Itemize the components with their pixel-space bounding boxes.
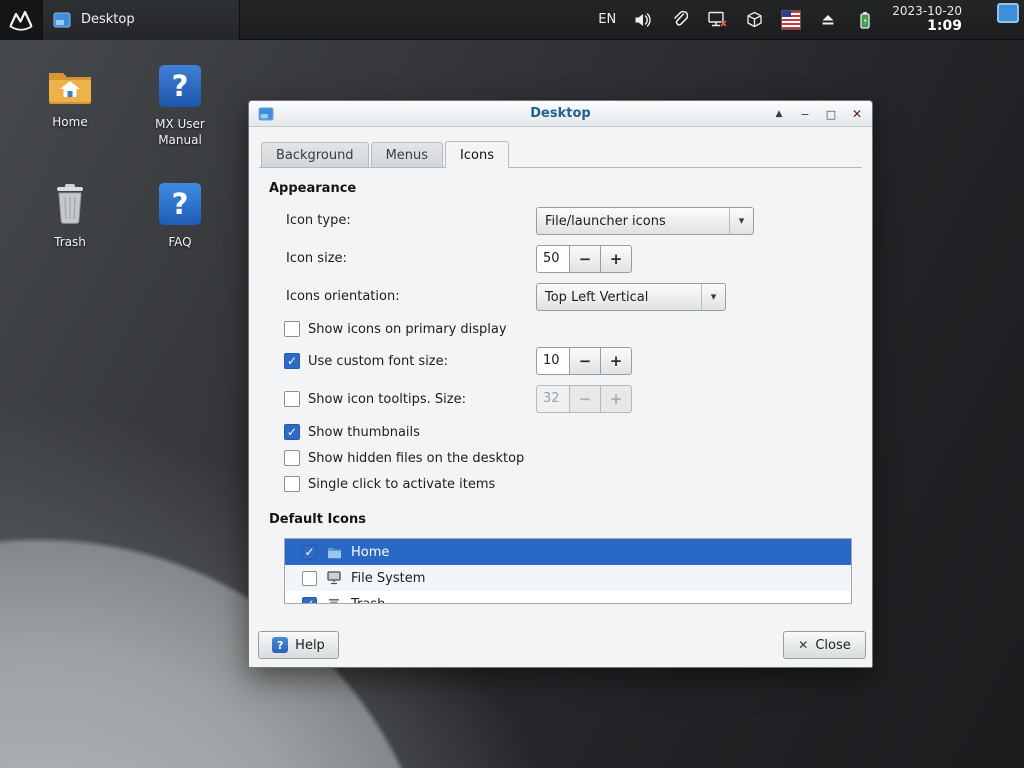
- faq-icon: ?: [159, 183, 201, 225]
- tooltip-size-spinbox-disabled: 32 − +: [536, 385, 632, 413]
- battery-icon[interactable]: [855, 10, 875, 30]
- date-label: 2023-10-20: [892, 3, 962, 18]
- taskbar-window-label: Desktop: [81, 12, 135, 27]
- font-size-decrease-button[interactable]: −: [569, 347, 601, 375]
- manual-icon: ?: [159, 65, 201, 107]
- icon-size-value[interactable]: 50: [536, 245, 570, 273]
- close-button[interactable]: ✕ Close: [783, 631, 866, 659]
- workspace-indicator[interactable]: [997, 3, 1019, 23]
- desktop-icon-label: MX User Manual: [155, 117, 205, 147]
- icons-orientation-dropdown[interactable]: Top Left Vertical ▾: [536, 283, 726, 311]
- clipboard-manager-icon[interactable]: [670, 10, 690, 30]
- help-icon: ?: [272, 637, 289, 653]
- checkbox-use-custom-font-size[interactable]: ✓ Use custom font size:: [284, 352, 448, 370]
- list-item-home[interactable]: ✓ Home: [285, 539, 851, 565]
- checkbox-show-icon-tooltips[interactable]: Show icon tooltips. Size:: [284, 390, 466, 408]
- desktop-screen: Desktop EN 2023-10-20 1:09 Home ? MX Use…: [0, 0, 1024, 768]
- mx-logo-icon: [9, 10, 33, 31]
- clock[interactable]: 2023-10-20 1:09: [892, 3, 962, 35]
- desktop-icon-home[interactable]: Home: [22, 68, 118, 131]
- checkbox-unchecked-icon[interactable]: [284, 450, 300, 466]
- time-label: 1:09: [927, 18, 962, 35]
- close-window-button[interactable]: ✕: [848, 105, 866, 123]
- checkbox-unchecked-icon[interactable]: [284, 476, 300, 492]
- desktop-icon-label: Trash: [54, 235, 86, 249]
- trash-icon: [326, 596, 342, 603]
- checkbox-unchecked-icon[interactable]: [302, 570, 317, 586]
- maximize-button[interactable]: □: [822, 105, 840, 123]
- icon-size-decrease-button[interactable]: −: [569, 245, 601, 273]
- font-size-spinbox: 10 − +: [536, 347, 632, 375]
- dialog-titlebar[interactable]: Desktop ▲ − □ ✕: [249, 101, 872, 127]
- checkbox-checked-icon[interactable]: ✓: [302, 596, 317, 603]
- eject-icon[interactable]: [818, 10, 838, 30]
- default-icons-heading: Default Icons: [269, 512, 366, 527]
- checkbox-show-hidden-files[interactable]: Show hidden files on the desktop: [284, 449, 524, 467]
- default-icons-list: ✓ Home File System ✓ Trash: [284, 538, 852, 604]
- icons-orientation-label: Icons orientation:: [286, 289, 400, 304]
- display-settings-icon[interactable]: [707, 10, 727, 30]
- desktop-icon-trash[interactable]: Trash: [22, 182, 118, 251]
- desktop-icon-mx-user-manual[interactable]: ? MX User Manual: [132, 64, 228, 148]
- appearance-heading: Appearance: [269, 181, 357, 196]
- list-item-label: File System: [351, 570, 426, 586]
- top-panel: Desktop EN 2023-10-20 1:09: [0, 0, 1024, 40]
- checkbox-unchecked-icon[interactable]: [284, 321, 300, 337]
- keyboard-layout-indicator[interactable]: EN: [598, 12, 616, 27]
- desktop-icon-label: FAQ: [168, 235, 192, 249]
- shade-button[interactable]: ▲: [770, 105, 788, 123]
- list-item-file-system[interactable]: File System: [285, 565, 851, 591]
- mx-logo-menu-button[interactable]: [0, 0, 42, 40]
- taskbar-window-button[interactable]: Desktop: [42, 0, 240, 40]
- font-size-value[interactable]: 10: [536, 347, 570, 375]
- checkbox-show-icons-primary-display[interactable]: Show icons on primary display: [284, 320, 507, 338]
- desktop-settings-window: Desktop ▲ − □ ✕ Background Menus Icons A…: [248, 100, 873, 668]
- package-updates-icon[interactable]: [744, 10, 764, 30]
- desktop-icon-faq[interactable]: ? FAQ: [132, 182, 228, 251]
- icon-size-increase-button[interactable]: +: [600, 245, 632, 273]
- tab-background[interactable]: Background: [261, 142, 369, 167]
- desktop-icon-label: Home: [52, 115, 88, 129]
- close-button-label: Close: [815, 637, 851, 653]
- icon-type-label: Icon type:: [286, 213, 351, 228]
- tooltip-size-decrease-button: −: [569, 385, 601, 413]
- tab-bar: Background Menus Icons: [259, 141, 862, 168]
- close-icon: ✕: [798, 638, 809, 652]
- system-tray: EN 2023-10-20 1:09: [598, 0, 1024, 40]
- tooltip-size-increase-button: +: [600, 385, 632, 413]
- icon-size-spinbox: 50 − +: [536, 245, 632, 273]
- help-button-label: Help: [295, 637, 325, 653]
- list-item-trash[interactable]: ✓ Trash: [285, 591, 851, 604]
- file-system-icon: [326, 570, 342, 586]
- minimize-button[interactable]: −: [796, 105, 814, 123]
- trash-icon: [57, 184, 83, 224]
- tab-icons[interactable]: Icons: [445, 141, 509, 168]
- us-flag-icon[interactable]: [781, 9, 802, 30]
- list-item-label: Home: [351, 544, 390, 560]
- checkbox-checked-icon[interactable]: ✓: [302, 544, 317, 560]
- tab-menus[interactable]: Menus: [370, 142, 444, 167]
- home-folder-icon: [326, 544, 342, 560]
- tooltip-size-value: 32: [536, 385, 570, 413]
- icons-orientation-value: Top Left Vertical: [545, 289, 649, 305]
- checkbox-show-thumbnails[interactable]: ✓ Show thumbnails: [284, 423, 420, 441]
- volume-icon[interactable]: [633, 10, 653, 30]
- svg-text:?: ?: [172, 69, 189, 103]
- checkbox-single-click-activate[interactable]: Single click to activate items: [284, 475, 495, 493]
- svg-text:?: ?: [172, 187, 189, 221]
- titlebar-buttons: ▲ − □ ✕: [770, 101, 866, 127]
- icon-size-label: Icon size:: [286, 251, 347, 266]
- icon-type-dropdown[interactable]: File/launcher icons ▾: [536, 207, 754, 235]
- icon-type-value: File/launcher icons: [545, 213, 666, 229]
- checkbox-unchecked-icon[interactable]: [284, 391, 300, 407]
- chevron-down-icon: ▾: [729, 208, 753, 234]
- checkbox-checked-icon[interactable]: ✓: [284, 353, 300, 369]
- checkbox-checked-icon[interactable]: ✓: [284, 424, 300, 440]
- help-button[interactable]: ? Help: [258, 631, 339, 659]
- window-icon: [53, 12, 71, 27]
- list-item-label: Trash: [351, 596, 386, 604]
- chevron-down-icon: ▾: [701, 284, 725, 310]
- home-folder-icon: [49, 73, 91, 104]
- font-size-increase-button[interactable]: +: [600, 347, 632, 375]
